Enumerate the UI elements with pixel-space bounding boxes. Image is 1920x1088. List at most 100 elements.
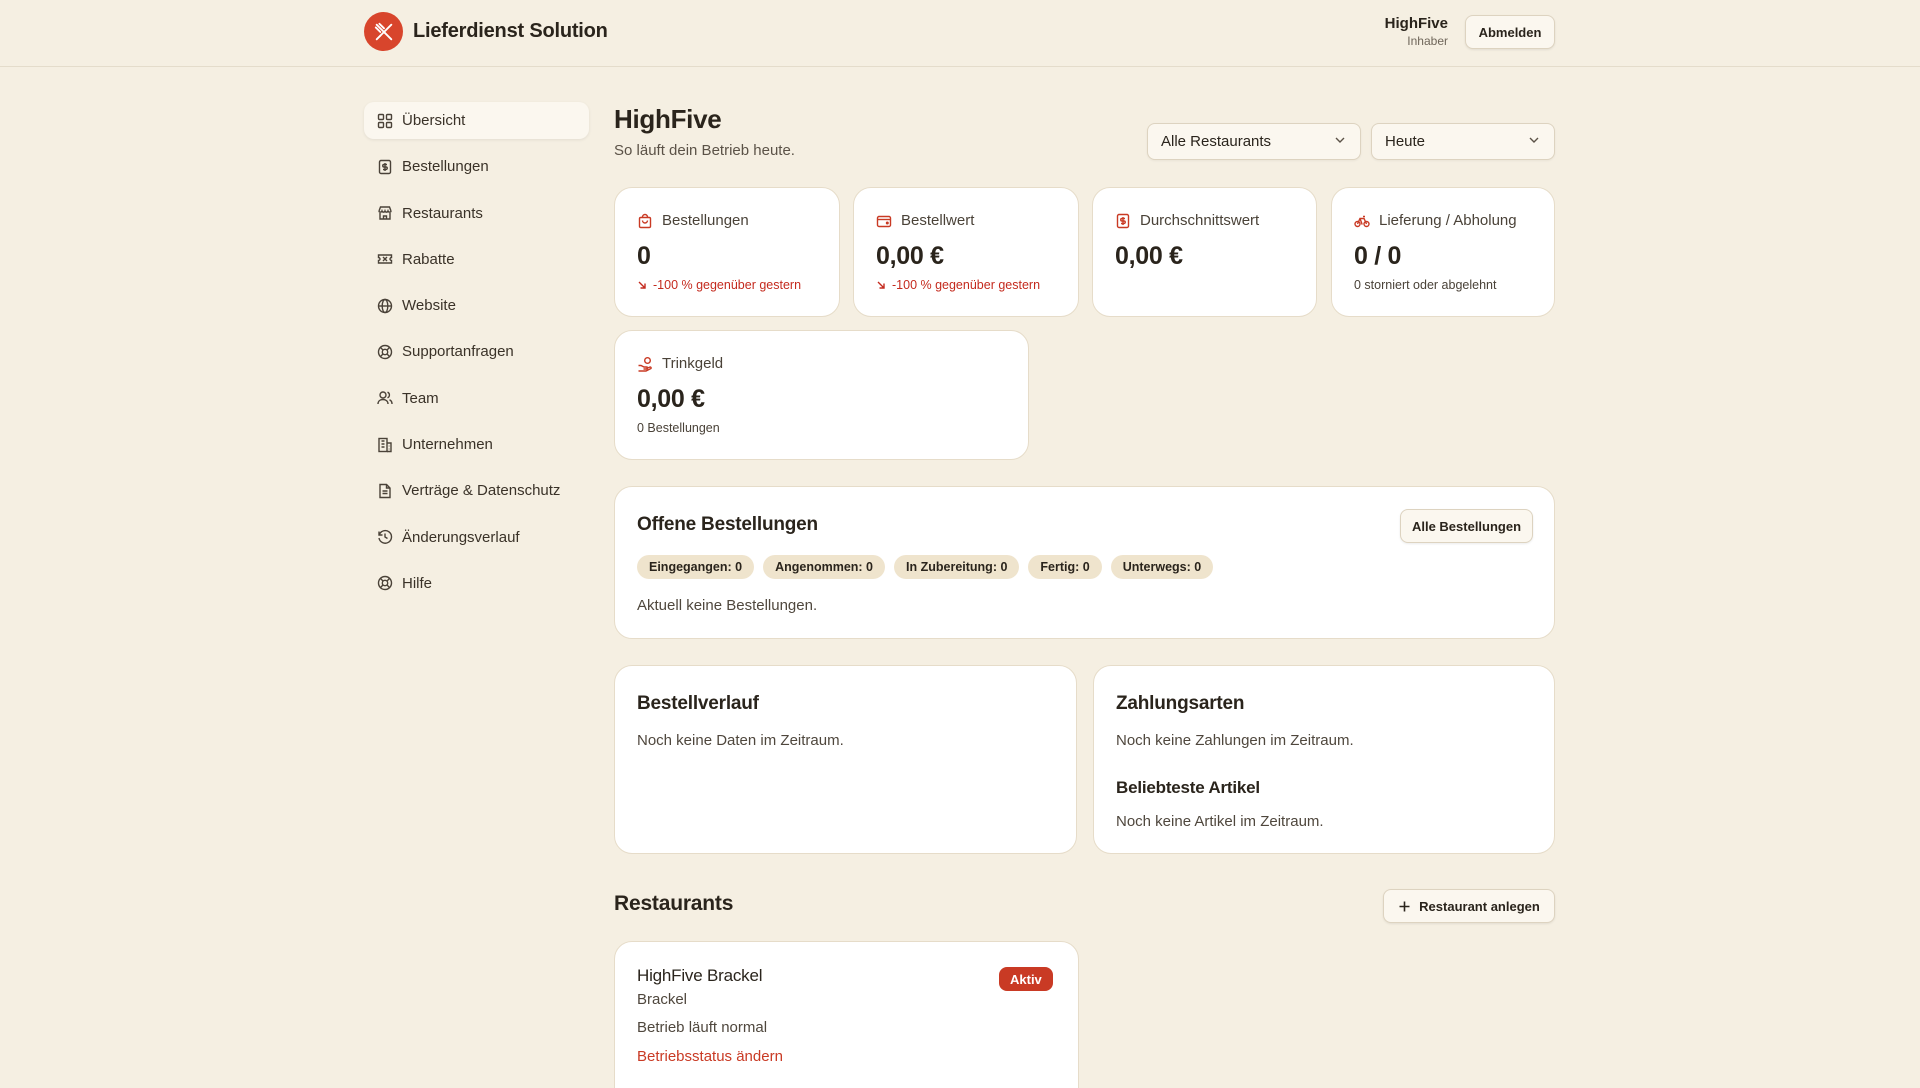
ticket-icon [377, 251, 393, 267]
sidebar-item-label: Übersicht [402, 112, 466, 129]
stat-card-order-value: Bestellwert 0,00 € -100 % gegenüber gest… [853, 187, 1079, 317]
globe-icon [377, 298, 393, 314]
wallet-icon [876, 213, 892, 229]
all-orders-button[interactable]: Alle Bestellungen [1400, 509, 1533, 543]
status-chip[interactable]: Fertig: 0 [1028, 555, 1102, 579]
change-status-link[interactable]: Betriebsstatus ändern [637, 1048, 783, 1065]
sidebar: Übersicht Bestellungen Restaurants Rabat… [364, 102, 589, 611]
building-icon [377, 437, 393, 453]
sidebar-item-help[interactable]: Hilfe [364, 565, 589, 602]
plus-icon [1398, 900, 1411, 913]
stat-trend: -100 % gegenüber gestern [892, 278, 1041, 292]
history-icon [377, 529, 393, 545]
sidebar-item-restaurants[interactable]: Restaurants [364, 195, 589, 232]
stat-label: Bestellungen [662, 212, 749, 229]
arrow-down-right-icon [637, 280, 647, 290]
period-filter-value: Heute [1385, 133, 1426, 150]
user-info: HighFive Inhaber [1385, 15, 1448, 48]
restaurant-card[interactable]: HighFive Brackel Aktiv Brackel Betrieb l… [614, 941, 1079, 1088]
open-orders-card: Offene Bestellungen Alle Bestellungen Ei… [614, 486, 1555, 639]
payment-methods-empty: Noch keine Zahlungen im Zeitraum. [1116, 732, 1354, 749]
stat-label: Bestellwert [901, 212, 975, 229]
stat-value: 0,00 € [876, 242, 944, 270]
hand-coins-icon [637, 356, 653, 372]
restaurants-section-title: Restaurants [614, 892, 734, 915]
popular-items-empty: Noch keine Artikel im Zeitraum. [1116, 813, 1324, 830]
restaurant-filter-select[interactable]: Alle Restaurants [1147, 123, 1361, 160]
status-badge: Aktiv [999, 967, 1053, 991]
sidebar-item-orders[interactable]: Bestellungen [364, 148, 589, 185]
status-chip[interactable]: In Zubereitung: 0 [894, 555, 1020, 579]
stat-label: Trinkgeld [662, 355, 724, 372]
open-orders-empty: Aktuell keine Bestellungen. [637, 597, 818, 614]
sidebar-item-overview[interactable]: Übersicht [364, 102, 589, 139]
sidebar-item-label: Hilfe [402, 574, 433, 592]
order-history-empty: Noch keine Daten im Zeitraum. [637, 732, 844, 749]
order-history-title: Bestellverlauf [637, 693, 759, 714]
restaurant-operation-state: Betrieb läuft normal [637, 1019, 768, 1036]
users-icon [377, 390, 393, 406]
restaurant-filter-value: Alle Restaurants [1161, 133, 1272, 150]
stat-card-average: Durchschnittswert 0,00 € [1092, 187, 1317, 317]
sidebar-item-company[interactable]: Unternehmen [364, 426, 589, 463]
order-history-card: Bestellverlauf Noch keine Daten im Zeitr… [614, 665, 1077, 854]
stat-note: 0 storniert oder abgelehnt [1354, 278, 1497, 292]
sidebar-item-label: Team [402, 389, 439, 407]
stat-value: 0 [637, 242, 651, 270]
add-restaurant-label: Restaurant anlegen [1419, 898, 1540, 914]
sidebar-item-history[interactable]: Änderungsverlauf [364, 519, 589, 556]
add-restaurant-button[interactable]: Restaurant anlegen [1383, 889, 1555, 923]
shopping-bag-icon [637, 213, 653, 229]
cutlery-icon [364, 12, 403, 51]
arrow-down-right-icon [876, 280, 886, 290]
sidebar-item-contracts[interactable]: Verträge & Datenschutz [364, 472, 589, 509]
sidebar-item-label: Rabatte [402, 250, 455, 268]
sidebar-item-discounts[interactable]: Rabatte [364, 241, 589, 278]
dashboard-icon [377, 113, 393, 129]
restaurant-city: Brackel [637, 991, 688, 1008]
sidebar-item-label: Bestellungen [402, 158, 489, 176]
page-title: HighFive [614, 104, 722, 134]
receipt-icon [377, 159, 393, 175]
open-orders-title: Offene Bestellungen [637, 514, 818, 535]
help-icon [377, 575, 393, 591]
sidebar-item-label: Restaurants [402, 204, 483, 222]
user-name: HighFive [1384, 15, 1448, 32]
sidebar-item-team[interactable]: Team [364, 380, 589, 417]
sidebar-item-website[interactable]: Website [364, 287, 589, 324]
receipt-icon [1115, 213, 1131, 229]
stat-trend: -100 % gegenüber gestern [653, 278, 802, 292]
payment-methods-card: Zahlungsarten Noch keine Zahlungen im Ze… [1093, 665, 1555, 854]
top-bar: Lieferdienst Solution HighFive Inhaber A… [0, 0, 1920, 67]
stat-card-tip: Trinkgeld 0,00 € 0 Bestellungen [614, 330, 1029, 460]
restaurant-name: HighFive Brackel [637, 966, 763, 985]
stat-value: 0,00 € [1115, 242, 1183, 270]
sidebar-item-label: Supportanfragen [402, 343, 514, 361]
sidebar-item-label: Website [402, 297, 456, 315]
bicycle-icon [1354, 213, 1370, 229]
user-role: Inhaber [1407, 34, 1448, 48]
order-status-chips: Eingegangen: 0 Angenommen: 0 In Zubereit… [637, 555, 1214, 579]
status-chip[interactable]: Eingegangen: 0 [637, 555, 755, 579]
status-chip[interactable]: Angenommen: 0 [763, 555, 886, 579]
page-subtitle: So läuft dein Betrieb heute. [614, 142, 795, 159]
stat-value: 0,00 € [637, 385, 705, 413]
stat-note: 0 Bestellungen [637, 421, 720, 435]
payment-methods-title: Zahlungsarten [1116, 693, 1245, 714]
brand[interactable]: Lieferdienst Solution [364, 12, 608, 51]
store-icon [377, 205, 393, 221]
brand-name: Lieferdienst Solution [413, 20, 608, 42]
lifebuoy-icon [377, 344, 393, 360]
stat-card-delivery-pickup: Lieferung / Abholung 0 / 0 0 storniert o… [1331, 187, 1555, 317]
sidebar-item-label: Änderungsverlauf [402, 528, 520, 546]
sidebar-item-support[interactable]: Supportanfragen [364, 333, 589, 370]
stat-label: Lieferung / Abholung [1379, 212, 1517, 229]
status-chip[interactable]: Unterwegs: 0 [1110, 555, 1214, 579]
stat-value: 0 / 0 [1354, 242, 1402, 270]
sidebar-item-label: Unternehmen [402, 436, 493, 454]
chevron-down-icon [1333, 133, 1347, 151]
logout-button[interactable]: Abmelden [1465, 15, 1555, 49]
period-filter-select[interactable]: Heute [1371, 123, 1555, 160]
stat-card-orders: Bestellungen 0 -100 % gegenüber gestern [614, 187, 840, 317]
sidebar-item-label: Verträge & Datenschutz [402, 482, 561, 500]
